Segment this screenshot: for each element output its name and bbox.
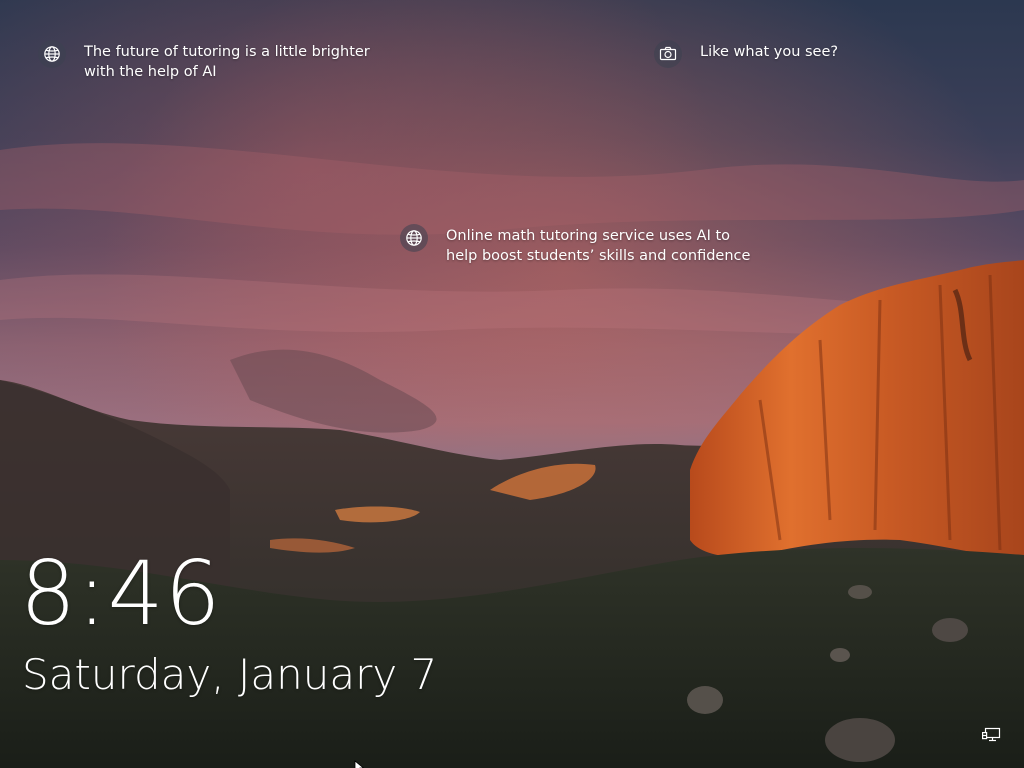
spotlight-line-1: Like what you see? (700, 44, 839, 60)
spotlight-line-2: help boost students’ skills and confiden… (446, 248, 751, 264)
spotlight-line-1: The future of tutoring is a little brigh… (84, 44, 370, 60)
spotlight-fact-math-service[interactable]: Online math tutoring service uses AI to … (400, 224, 750, 266)
like-what-you-see-prompt[interactable]: Like what you see? (654, 40, 838, 68)
globe-icon (400, 224, 428, 252)
camera-icon (654, 40, 682, 68)
spotlight-text: Like what you see? (700, 42, 838, 62)
spotlight-text: Online math tutoring service uses AI to … (446, 226, 750, 266)
network-icon[interactable] (982, 727, 1002, 745)
globe-icon (38, 40, 66, 68)
spotlight-text: The future of tutoring is a little brigh… (84, 42, 370, 82)
clock-time: 8:46 (20, 542, 222, 645)
spotlight-fact-tutoring[interactable]: The future of tutoring is a little brigh… (38, 40, 370, 82)
lock-screen[interactable]: The future of tutoring is a little brigh… (0, 0, 1024, 768)
clock-date: Saturday, January 7 (22, 650, 438, 699)
spotlight-line-2: with the help of AI (84, 64, 217, 80)
spotlight-line-1: Online math tutoring service uses AI to (446, 228, 731, 244)
mouse-cursor-icon (354, 760, 364, 768)
